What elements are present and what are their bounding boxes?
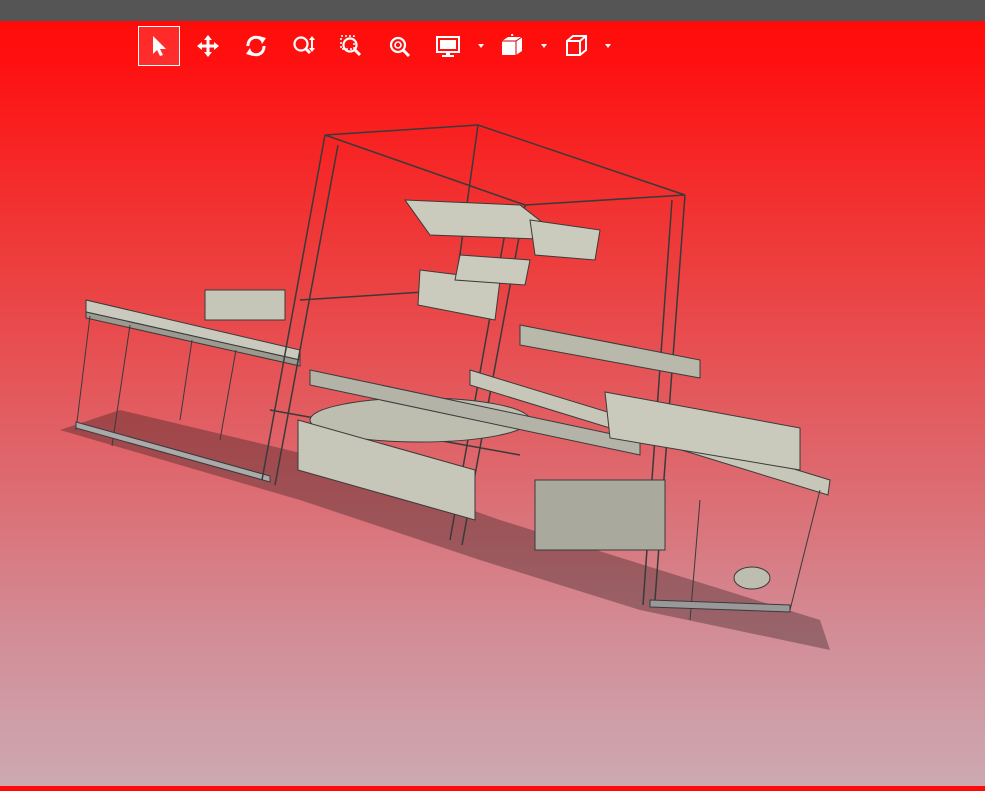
- window-title-bar: [0, 0, 985, 21]
- section-view-button[interactable]: [494, 26, 530, 66]
- section-view-icon: [502, 33, 523, 55]
- zoom-fit-tool-button[interactable]: [382, 26, 418, 66]
- rotate-tool-button[interactable]: [238, 26, 274, 66]
- zoom-area-icon: [340, 35, 362, 57]
- view-orientation-dropdown-icon[interactable]: [605, 44, 611, 48]
- upper-mechanism: [403, 199, 601, 321]
- cad-model: [60, 124, 831, 650]
- section-view-dropdown-icon[interactable]: [541, 44, 547, 48]
- display-style-dropdown-icon[interactable]: [478, 44, 484, 48]
- zoom-tool-button[interactable]: [286, 26, 322, 66]
- 3d-viewport[interactable]: [0, 21, 985, 786]
- zoom-updown-icon: [293, 36, 315, 55]
- view-orientation-button[interactable]: [558, 26, 594, 66]
- monitor-icon: [436, 36, 460, 57]
- zoom-area-tool-button[interactable]: [334, 26, 370, 66]
- zoom-fit-icon: [389, 36, 411, 58]
- cube-icon: [566, 35, 587, 56]
- move-arrows-icon: [197, 35, 219, 57]
- display-style-button[interactable]: [430, 26, 466, 66]
- arrow-cursor-icon: [153, 36, 166, 56]
- rotate-icon: [246, 35, 266, 57]
- pan-tool-button[interactable]: [190, 26, 226, 66]
- select-tool-button[interactable]: [138, 26, 180, 66]
